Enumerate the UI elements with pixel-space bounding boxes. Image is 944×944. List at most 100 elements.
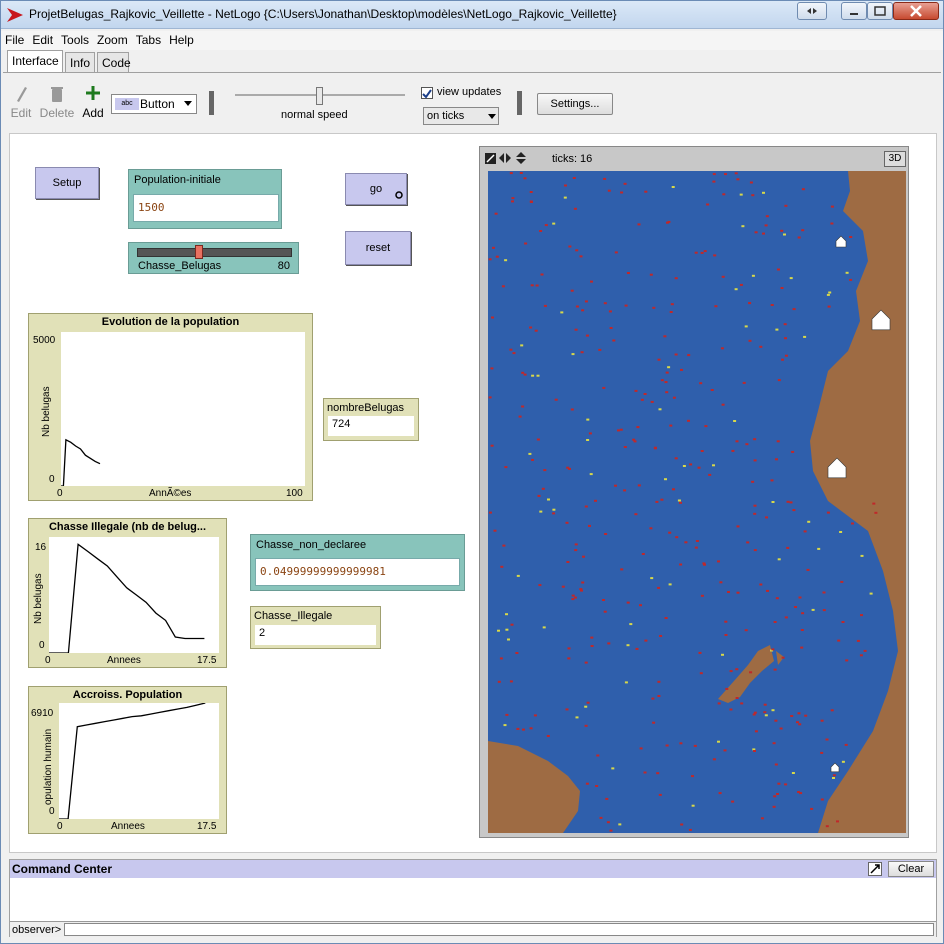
delete-button[interactable]: Delete (39, 85, 75, 120)
menu-help[interactable]: Help (165, 31, 198, 49)
chasse-belugas-slider[interactable]: Chasse_Belugas 80 (128, 242, 299, 274)
maximize-icon[interactable] (867, 2, 893, 20)
observer-prompt[interactable]: observer> (12, 924, 61, 936)
agent-mark (773, 795, 777, 798)
agent-mark (712, 464, 715, 467)
menu-zoom[interactable]: Zoom (93, 31, 132, 49)
agent-mark (807, 520, 811, 523)
agent-mark (869, 592, 873, 595)
agent-mark (784, 204, 788, 207)
chasse-non-declaree-label: Chasse_non_declaree (256, 539, 367, 551)
x-min-label: 0 (57, 821, 63, 832)
agent-mark (679, 742, 683, 745)
minimize-icon[interactable] (841, 2, 867, 20)
tab-code[interactable]: Code (97, 52, 131, 72)
agent-mark (860, 614, 863, 617)
agent-mark (784, 354, 788, 357)
agent-mark (664, 617, 668, 619)
agent-mark (574, 549, 578, 552)
speed-slider-thumb[interactable] (316, 87, 323, 105)
agent-mark (570, 289, 574, 292)
agent-mark (777, 782, 781, 785)
close-icon[interactable] (893, 2, 939, 20)
view-updates-label: view updates (437, 86, 502, 98)
agent-mark (626, 272, 630, 274)
agent-mark (839, 531, 843, 533)
command-input-row: observer> (10, 921, 936, 937)
chasse-non-declaree-value[interactable]: 0.04999999999999981 (255, 558, 460, 586)
world-canvas[interactable] (488, 171, 906, 833)
setup-button[interactable]: Setup (35, 167, 99, 199)
command-input[interactable] (64, 923, 934, 936)
speed-label: normal speed (281, 109, 348, 121)
go-button[interactable]: go (345, 173, 407, 205)
agent-mark (863, 649, 867, 652)
chasse-non-declaree-input[interactable]: Chasse_non_declaree 0.04999999999999981 (250, 534, 465, 591)
agent-mark (766, 589, 769, 592)
pencil-icon (17, 87, 27, 102)
agent-mark (491, 316, 494, 319)
update-mode-select[interactable]: on ticks (423, 107, 499, 125)
agent-mark (609, 327, 613, 329)
view-updates-checkbox[interactable] (421, 87, 433, 99)
agent-mark (536, 438, 540, 441)
netlogo-logo-icon (7, 8, 23, 22)
slider-thumb[interactable] (195, 245, 203, 259)
slider-track[interactable] (137, 248, 292, 257)
agent-mark (649, 527, 653, 530)
menu-tabs[interactable]: Tabs (132, 31, 165, 49)
agent-mark (659, 635, 663, 637)
agent-mark (598, 348, 602, 351)
agent-mark (657, 586, 661, 589)
agent-mark (666, 221, 669, 224)
menu-file[interactable]: File (1, 31, 28, 49)
arrows-vertical-icon[interactable] (516, 152, 526, 164)
agent-mark (570, 408, 574, 411)
agent-mark (856, 639, 860, 642)
slider-value: 80 (277, 260, 290, 272)
settings-button[interactable]: Settings... (537, 93, 613, 115)
menu-edit[interactable]: Edit (28, 31, 57, 49)
agent-mark (584, 300, 588, 303)
chasse-illegale-plot[interactable]: Chasse Illegale (nb de belug... 16 0 0 A… (28, 518, 227, 668)
tab-interface[interactable]: Interface (7, 50, 63, 72)
widget-type-select[interactable]: abc Button (111, 94, 197, 114)
population-plot[interactable]: Evolution de la population 5000 0 0 AnnÃ… (28, 313, 313, 501)
agent-mark (801, 188, 805, 191)
accroiss-population-plot[interactable]: Accroiss. Population 6910 0 0 Annees 17.… (28, 686, 227, 834)
agent-mark (649, 273, 653, 276)
population-initiale-input[interactable]: Population-initiale 1500 (128, 169, 282, 229)
menu-tools[interactable]: Tools (57, 31, 93, 49)
tab-info[interactable]: Info (65, 52, 95, 72)
agent-mark (806, 568, 810, 571)
plot-area (59, 702, 219, 820)
agent-mark (663, 335, 667, 338)
arrows-horizontal-icon[interactable] (499, 153, 511, 163)
agent-mark (744, 325, 748, 328)
agent-mark (679, 563, 683, 566)
clear-button[interactable]: Clear (888, 861, 934, 877)
agent-mark (751, 274, 755, 277)
app-window: ProjetBelugas_Rajkovic_Veillette - NetLo… (0, 0, 944, 944)
agent-mark (832, 777, 835, 779)
world-view[interactable]: ticks: 16 3D (479, 146, 909, 838)
restore-icon[interactable] (797, 2, 827, 20)
agent-mark (568, 467, 571, 470)
edit-button[interactable]: Edit (9, 85, 33, 120)
population-initiale-value[interactable]: 1500 (133, 194, 279, 222)
expand-icon[interactable] (868, 862, 882, 876)
zoom-icon[interactable] (485, 153, 496, 164)
agent-mark (529, 200, 533, 203)
agent-mark (724, 620, 728, 623)
y-axis-label: Nb belugas (33, 573, 44, 624)
monitor-label: Chasse_Illegale (254, 610, 333, 622)
reset-button[interactable]: reset (345, 231, 411, 265)
agent-mark (544, 224, 548, 227)
agent-mark (784, 616, 788, 619)
add-button[interactable]: Add (81, 85, 105, 120)
agent-mark (511, 200, 514, 203)
agent-mark (684, 541, 688, 544)
3d-button[interactable]: 3D (884, 151, 906, 167)
delete-label: Delete (39, 106, 75, 120)
agent-mark (618, 823, 622, 826)
